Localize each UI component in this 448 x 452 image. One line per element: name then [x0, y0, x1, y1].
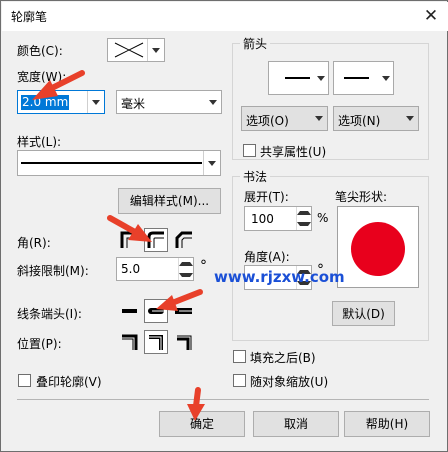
- annotation-arrow-ok: [187, 387, 205, 421]
- annotation-arrow-width: [32, 70, 85, 100]
- annotation-arrow-linecap: [156, 289, 203, 311]
- annotation-arrows: [32, 70, 205, 421]
- annotation-arrow-corner: [107, 215, 152, 242]
